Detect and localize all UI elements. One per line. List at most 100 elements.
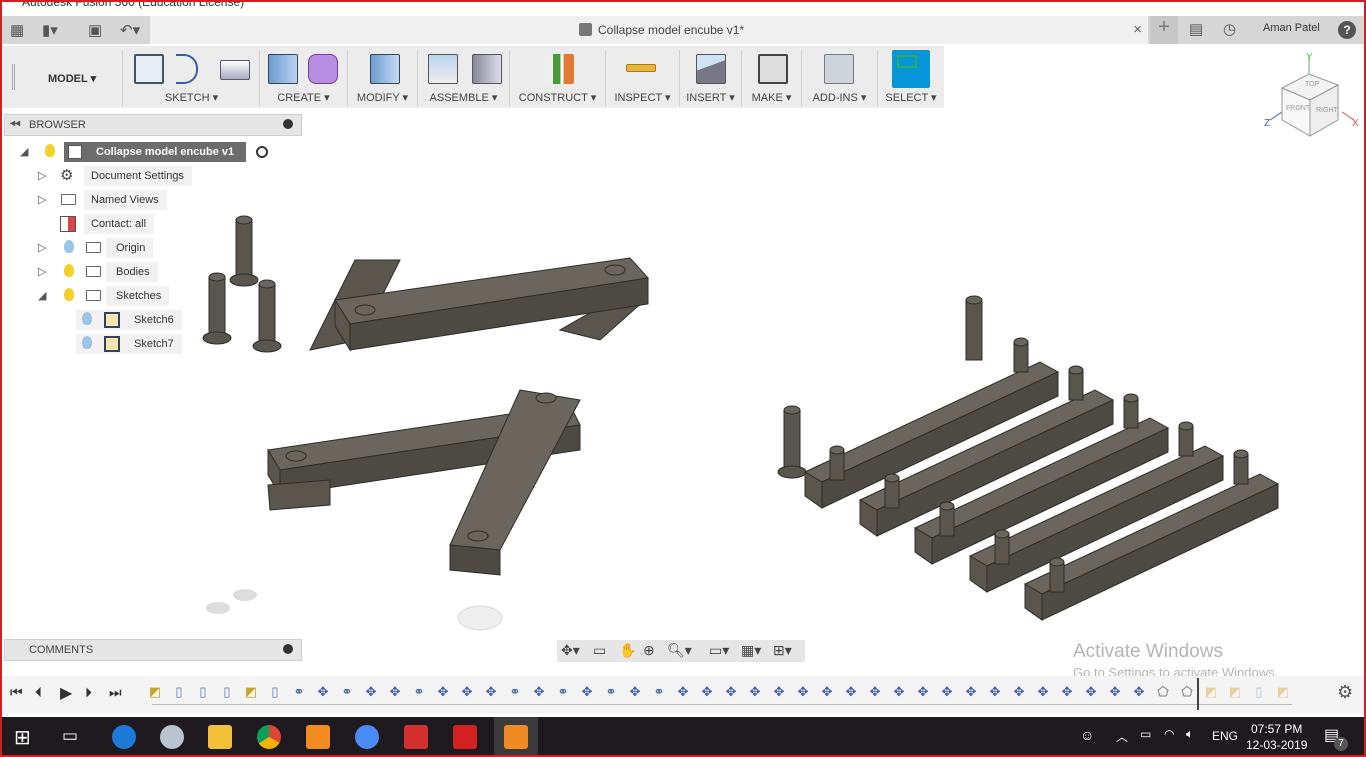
start-button-icon[interactable]: ⊞: [14, 725, 31, 750]
timeline-move-icon[interactable]: ✥: [363, 684, 379, 700]
timeline-move-icon[interactable]: ✥: [1131, 684, 1147, 700]
notifications-icon[interactable]: ▤: [1189, 20, 1203, 48]
offset-plane-icon[interactable]: [544, 54, 574, 84]
press-pull-icon[interactable]: [370, 54, 400, 84]
timeline-move-icon[interactable]: ✥: [459, 684, 475, 700]
timeline-body-icon[interactable]: ⬠: [1155, 684, 1171, 700]
viewports-icon[interactable]: ⊞▾: [773, 642, 792, 659]
timeline-move-icon[interactable]: ✥: [315, 684, 331, 700]
create-sketch-icon[interactable]: [134, 54, 164, 84]
show-hidden-icons[interactable]: ︿: [1116, 728, 1128, 745]
timeline-sketch-icon[interactable]: ◩: [1203, 684, 1219, 700]
workspace-switcher[interactable]: MODEL ▾: [48, 72, 96, 85]
timeline-move-icon[interactable]: ✥: [843, 684, 859, 700]
timeline-joint-icon[interactable]: ⚭: [507, 684, 523, 700]
comments-expand-icon[interactable]: [283, 644, 293, 654]
timeline-move-icon[interactable]: ✥: [483, 684, 499, 700]
task-view-icon[interactable]: ▭: [62, 726, 78, 746]
wifi-icon[interactable]: ◠: [1164, 727, 1174, 741]
grid-settings-icon[interactable]: ▦▾: [741, 642, 761, 659]
timeline-prev-icon[interactable]: ⏴: [35, 684, 42, 701]
fit-icon[interactable]: 🔍︎▾: [667, 642, 692, 659]
sublime-icon[interactable]: [306, 725, 330, 749]
timeline-marker[interactable]: [1197, 678, 1199, 710]
select-icon[interactable]: [892, 50, 930, 88]
timeline-move-icon[interactable]: ✥: [579, 684, 595, 700]
timeline-move-icon[interactable]: ✥: [435, 684, 451, 700]
timeline-first-icon[interactable]: ⏮: [10, 684, 23, 701]
volume-icon[interactable]: 🔈︎: [1186, 726, 1194, 742]
timeline-body-icon[interactable]: ⬠: [1179, 684, 1195, 700]
help-button[interactable]: ?: [1338, 21, 1356, 39]
timeline-joint-icon[interactable]: ⚭: [291, 684, 307, 700]
timeline-joint-icon[interactable]: ⚭: [651, 684, 667, 700]
modify-group[interactable]: MODIFY ▾: [348, 50, 418, 106]
file-menu-icon[interactable]: ▮▾: [42, 21, 58, 39]
construct-group[interactable]: CONSTRUCT ▾: [510, 50, 606, 106]
timeline-move-icon[interactable]: ✥: [795, 684, 811, 700]
chromium-icon[interactable]: [355, 725, 379, 749]
timeline-move-icon[interactable]: ✥: [747, 684, 763, 700]
addins-group[interactable]: ADD-INS ▾: [802, 50, 878, 106]
undo-icon[interactable]: ↶▾: [120, 21, 140, 39]
sketch-group[interactable]: SKETCH ▾: [124, 50, 260, 106]
clock[interactable]: 07:57 PM 12-03-2019: [1246, 721, 1307, 753]
timeline-move-icon[interactable]: ✥: [915, 684, 931, 700]
pan-icon[interactable]: ✋: [619, 642, 636, 659]
timeline-next-icon[interactable]: ⏵: [85, 684, 92, 701]
timeline-extrude-icon[interactable]: ▯: [219, 684, 235, 700]
zoom-icon[interactable]: ⊕: [643, 642, 655, 659]
measure-icon[interactable]: [626, 64, 656, 72]
timeline-move-icon[interactable]: ✥: [867, 684, 883, 700]
timeline-sketch-icon[interactable]: ◩: [243, 684, 259, 700]
new-tab-button[interactable]: +: [1150, 16, 1178, 44]
timeline-sketch-icon[interactable]: ◩: [1275, 684, 1291, 700]
apps-grid-icon[interactable]: ▦: [10, 21, 24, 39]
make-group[interactable]: MAKE ▾: [742, 50, 802, 106]
timeline-move-icon[interactable]: ✥: [819, 684, 835, 700]
timeline-move-icon[interactable]: ✥: [891, 684, 907, 700]
people-icon[interactable]: ☺: [1080, 727, 1094, 743]
timeline-settings-gear-icon[interactable]: ⚙: [1337, 682, 1353, 703]
timeline-move-icon[interactable]: ✥: [1011, 684, 1027, 700]
inspect-group[interactable]: INSPECT ▾: [606, 50, 680, 106]
battery-icon[interactable]: ▭: [1140, 727, 1151, 741]
timeline-move-icon[interactable]: ✥: [963, 684, 979, 700]
timeline-joint-icon[interactable]: ⚭: [555, 684, 571, 700]
timeline-move-icon[interactable]: ✥: [987, 684, 1003, 700]
save-icon[interactable]: ▣: [88, 21, 102, 39]
timeline-move-icon[interactable]: ✥: [627, 684, 643, 700]
file-explorer-icon[interactable]: [208, 725, 232, 749]
insert-group[interactable]: INSERT ▾: [680, 50, 742, 106]
orbit-icon[interactable]: ✥▾: [561, 642, 580, 659]
timeline-move-icon[interactable]: ✥: [531, 684, 547, 700]
assemble-group[interactable]: ASSEMBLE ▾: [418, 50, 510, 106]
timeline-extrude-icon[interactable]: ▯: [267, 684, 283, 700]
timeline-extrude-icon[interactable]: ▯: [195, 684, 211, 700]
timeline-move-icon[interactable]: ✥: [1035, 684, 1051, 700]
timeline-move-icon[interactable]: ✥: [771, 684, 787, 700]
extrude-icon[interactable]: [268, 54, 298, 84]
form-icon[interactable]: [308, 54, 338, 84]
joint-icon[interactable]: [472, 54, 502, 84]
look-at-icon[interactable]: ▭: [593, 642, 606, 659]
close-tab-button[interactable]: ×: [1133, 21, 1142, 38]
paint-icon[interactable]: [160, 725, 184, 749]
3d-viewport-canvas[interactable]: [0, 110, 1366, 640]
insert-image-icon[interactable]: [696, 54, 726, 84]
select-group[interactable]: SELECT ▾: [878, 50, 944, 106]
timeline-move-icon[interactable]: ✥: [1083, 684, 1099, 700]
user-name[interactable]: Aman Patel: [1263, 22, 1320, 50]
display-settings-icon[interactable]: ▭▾: [709, 642, 729, 659]
3d-print-icon[interactable]: [758, 54, 788, 84]
timeline-extrude-icon[interactable]: ▯: [171, 684, 187, 700]
timeline-move-icon[interactable]: ✥: [939, 684, 955, 700]
scripts-icon[interactable]: [824, 54, 854, 84]
solidworks-icon[interactable]: [453, 725, 477, 749]
timeline-move-icon[interactable]: ✥: [1107, 684, 1123, 700]
timeline-sketch-icon[interactable]: ◩: [1227, 684, 1243, 700]
job-status-icon[interactable]: ◷: [1223, 20, 1236, 48]
fusion-taskbar-button[interactable]: [494, 717, 538, 757]
comments-panel-header[interactable]: COMMENTS: [4, 639, 302, 661]
timeline-move-icon[interactable]: ✥: [723, 684, 739, 700]
